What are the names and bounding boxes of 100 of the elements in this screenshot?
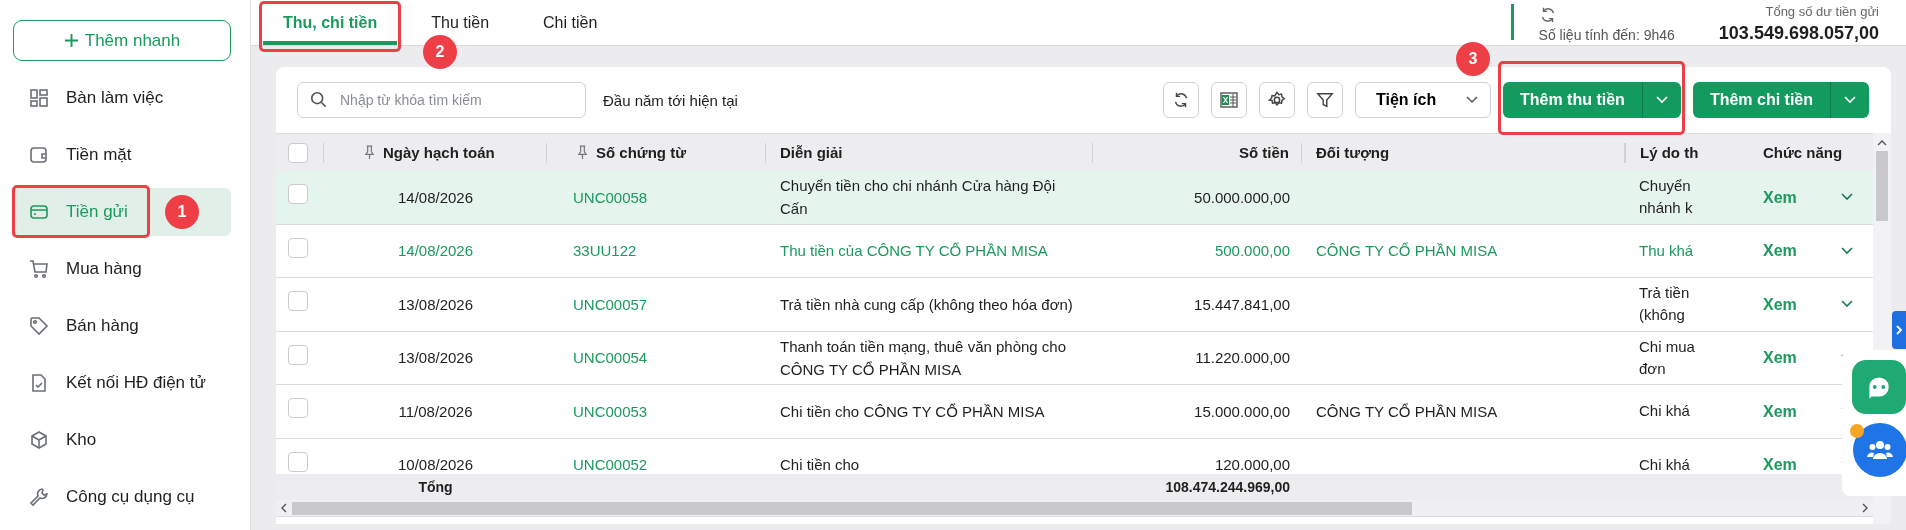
view-link[interactable]: Xem — [1763, 453, 1797, 474]
chat-bot-button[interactable] — [1852, 360, 1906, 414]
refresh-icon — [1172, 91, 1190, 109]
view-link[interactable]: Xem — [1763, 399, 1797, 423]
total-amount: 108.474.244.969,00 — [1165, 479, 1290, 495]
add-button[interactable]: Thêm thu tiền — [1503, 82, 1643, 118]
table-cell-text: Thu khá — [1639, 240, 1695, 261]
chevron-down-icon[interactable] — [1841, 246, 1853, 255]
row-checkbox[interactable] — [288, 398, 308, 419]
table-cell: Thu tiền của CÔNG TY CỔ PHẦN MISA — [780, 242, 1048, 260]
sidebar-item[interactable]: Bàn làm việc — [12, 74, 231, 122]
horizontal-scrollbar[interactable] — [276, 500, 1873, 517]
voucher-link[interactable]: 33UU122 — [573, 242, 637, 260]
search-field[interactable]: Nhập từ khóa tìm kiếm — [297, 82, 586, 118]
tab[interactable]: Thu, chi tiền — [263, 0, 398, 45]
scroll-thumb[interactable] — [1876, 151, 1888, 221]
chevron-down-icon — [1466, 96, 1478, 104]
excel-export-button[interactable] — [1211, 82, 1247, 118]
table-row[interactable]: 13/08/2026 UNC00057 Trả tiền nhà cung cấp (không theo hóa đơn) 15.447.841,00 Trả tiền (không Xem — [276, 278, 1873, 332]
card-icon — [29, 202, 49, 222]
box-icon — [29, 430, 49, 450]
sidebar-item[interactable]: Tiền mặt — [12, 131, 231, 179]
table-cell: 15.000.000,00 — [1194, 402, 1290, 420]
doc-icon — [29, 373, 49, 393]
table-cell: Chi tiền cho — [780, 456, 860, 474]
column-header[interactable]: Số chứng từ — [596, 144, 687, 161]
table-cell: Chuyển tiền cho chi nhánh Cửa hàng Đội Cấn — [780, 177, 1056, 218]
row-checkbox[interactable] — [288, 291, 308, 312]
select-all-checkbox[interactable] — [288, 142, 308, 163]
table-row[interactable]: 14/08/2026 33UU122 Thu tiền của CÔNG TY CỔ PHẦN MISA 500.000,00 CÔNG TY CỔ PHẦN MISA Thu khá Xem — [276, 224, 1873, 278]
column-header[interactable]: Diễn giải — [780, 144, 843, 161]
pin-icon[interactable] — [364, 145, 375, 160]
community-button[interactable] — [1853, 423, 1906, 477]
table-cell-text: Chi khá — [1639, 454, 1691, 474]
sidebar-item[interactable]: Mua hàng — [12, 245, 231, 293]
table-cell: 50.000.000,00 — [1194, 188, 1290, 206]
sidebar-item[interactable]: Kho — [12, 416, 231, 464]
wrench-icon — [29, 487, 49, 507]
table-cell-text: Chi khá — [1639, 401, 1691, 422]
voucher-link[interactable]: UNC00054 — [573, 349, 648, 367]
period-filter[interactable]: Đầu năm tới hiện tại — [603, 91, 738, 109]
table-cell: 10/08/2026 — [397, 456, 474, 474]
voucher-link[interactable]: UNC00052 — [573, 456, 648, 474]
total-label: Tổng — [418, 479, 453, 495]
table-cell-text: Trả tiền (không — [1639, 283, 1691, 326]
table-cell: 13/08/2026 — [397, 349, 474, 367]
expand-panel-tab[interactable] — [1892, 311, 1906, 349]
row-checkbox[interactable] — [288, 344, 308, 365]
step-badge: 2 — [423, 35, 457, 69]
scroll-thumb[interactable] — [292, 501, 1412, 515]
pin-icon[interactable] — [577, 145, 588, 160]
scroll-right-icon[interactable] — [1861, 503, 1869, 513]
row-checkbox[interactable] — [288, 451, 308, 472]
cart-icon — [29, 259, 49, 279]
table-cell: 14/08/2026 — [397, 188, 474, 206]
table-cell: 120.000,00 — [1214, 456, 1290, 474]
wallet-icon — [29, 145, 49, 165]
view-link[interactable]: Xem — [1763, 346, 1797, 370]
table-cell: CÔNG TY CỔ PHẦN MISA — [1316, 402, 1498, 420]
column-header[interactable]: Chức năng — [1763, 144, 1843, 161]
column-header[interactable]: Ngày hạch toán — [383, 144, 495, 161]
chevron-right-icon — [1895, 325, 1903, 335]
table-cell: 15.447.841,00 — [1194, 295, 1290, 313]
chevron-down-icon[interactable] — [1841, 193, 1853, 202]
column-header[interactable]: Lý do th — [1640, 144, 1699, 161]
row-checkbox[interactable] — [288, 184, 308, 205]
plus-icon — [63, 33, 79, 48]
row-checkbox[interactable] — [288, 237, 308, 258]
chevron-down-icon[interactable] — [1841, 300, 1853, 309]
table-cell: 14/08/2026 — [397, 242, 474, 260]
table-cell: 11.220.000,00 — [1195, 349, 1290, 367]
tab[interactable]: Chi tiền — [523, 0, 618, 45]
dashboard-icon — [29, 88, 49, 108]
sidebar-item[interactable]: Kết nối HĐ điện tử — [12, 359, 231, 407]
voucher-link[interactable]: UNC00057 — [573, 295, 648, 313]
sidebar-item[interactable]: Bán hàng — [12, 302, 231, 350]
table-cell: Trả tiền nhà cung cấp (không theo hóa đơn) — [780, 295, 1073, 313]
search-icon — [310, 91, 328, 109]
quick-add-button[interactable]: Thêm nhanh — [13, 20, 231, 61]
tag-icon — [29, 316, 49, 336]
balance-label: Tổng số dư tiền gửi — [1765, 4, 1879, 19]
scroll-up-icon[interactable] — [1877, 139, 1887, 147]
sidebar-item[interactable]: Công cụ dụng cụ — [12, 473, 231, 521]
filter-button[interactable] — [1307, 82, 1343, 118]
column-header[interactable]: Số tiền — [1239, 144, 1289, 161]
column-header[interactable]: Đối tượng — [1316, 144, 1390, 161]
view-link[interactable]: Xem — [1763, 239, 1797, 263]
notification-dot — [1850, 424, 1864, 438]
table-cell-text: Chuyển nhánh k — [1639, 176, 1694, 219]
filter-icon — [1316, 91, 1334, 109]
voucher-link[interactable]: UNC00053 — [573, 402, 648, 420]
table-row[interactable]: 14/08/2026 UNC00058 Chuyển tiền cho chi nhánh Cửa hàng Đội Cấn 50.000.000,00 Chuyển nhánh k Xem — [276, 171, 1873, 225]
add-button[interactable]: Thêm chi tiền — [1692, 82, 1831, 118]
settings-button[interactable] — [1259, 82, 1295, 118]
refresh-button[interactable] — [1163, 82, 1199, 118]
step-badge: 3 — [1456, 42, 1490, 76]
view-link[interactable]: Xem — [1763, 292, 1797, 316]
table-cell: CÔNG TY CỔ PHẦN MISA — [1316, 242, 1498, 260]
scroll-left-icon[interactable] — [280, 503, 288, 513]
utility-dropdown[interactable]: Tiện ích — [1355, 82, 1491, 118]
